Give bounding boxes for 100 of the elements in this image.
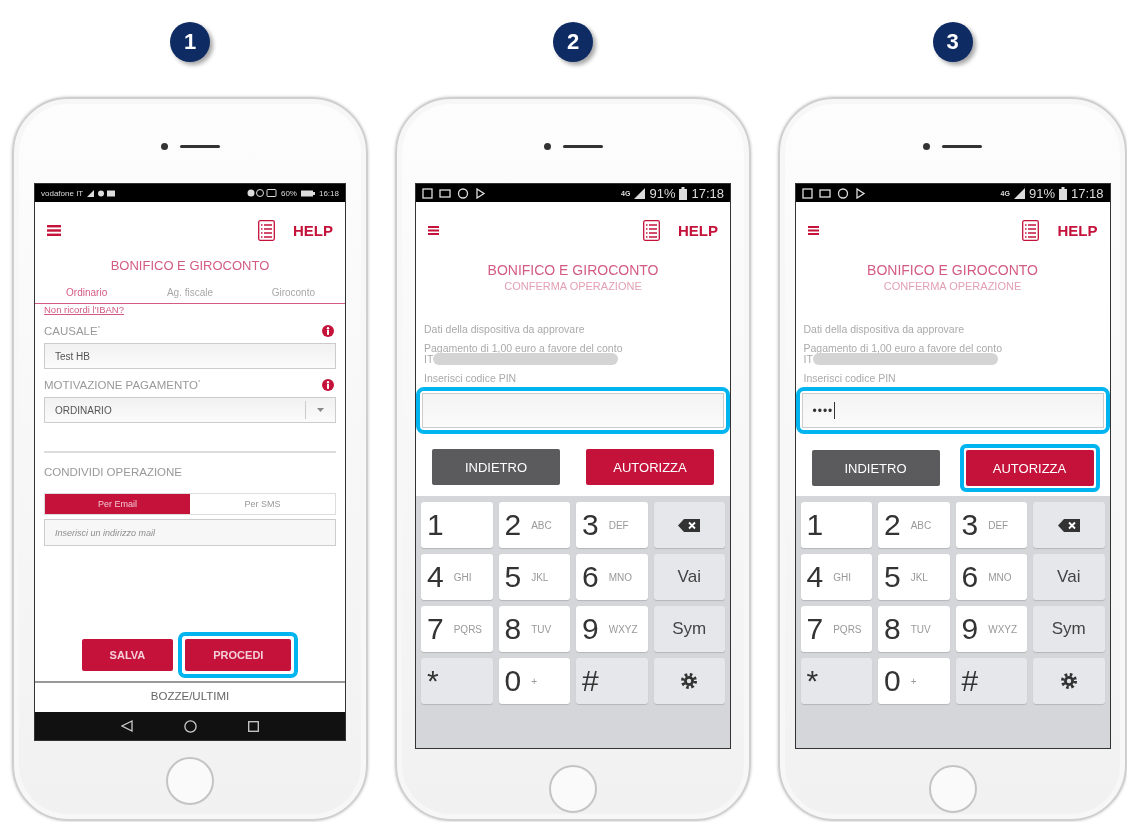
keypad-key[interactable]: 6 MNO xyxy=(955,554,1027,600)
keypad-key[interactable]: Sym xyxy=(653,606,725,652)
keypad-key[interactable]: 9 WXYZ xyxy=(576,606,648,652)
action-button[interactable]: SALVA xyxy=(81,639,174,671)
keypad-key[interactable]: 9 WXYZ xyxy=(955,606,1027,652)
back-icon[interactable] xyxy=(120,720,133,732)
step-badge: 3 xyxy=(932,22,973,62)
keypad-key[interactable]: 7 PQRS xyxy=(421,606,493,652)
keypad-key[interactable]: * xyxy=(421,658,493,704)
back-button[interactable]: INDIETRO xyxy=(432,449,560,485)
backspace-icon xyxy=(678,518,701,532)
battery-icon xyxy=(300,189,315,197)
iban-text: IT xyxy=(803,353,813,365)
help-link[interactable]: HELP xyxy=(678,221,718,239)
keypad-key[interactable]: # xyxy=(955,658,1027,704)
screen-title: BONIFICO E GIROCONTO xyxy=(866,262,1039,278)
back-button[interactable]: INDIETRO xyxy=(811,450,940,486)
keypad-key[interactable]: 0 + xyxy=(878,658,950,704)
keypad-key[interactable]: 7 PQRS xyxy=(800,606,872,652)
settings-key[interactable] xyxy=(1033,658,1105,704)
list-icon[interactable] xyxy=(643,219,660,241)
section-heading: CONDIVIDI OPERAZIONE xyxy=(44,466,184,478)
carrier-name: vodafone IT xyxy=(41,188,84,198)
text-field[interactable]: Test HB xyxy=(44,343,336,369)
menu-icon[interactable] xyxy=(47,224,61,236)
pin-field[interactable]: •••• xyxy=(801,393,1104,428)
status-time: 16:18 xyxy=(318,188,339,198)
payment-text: Pagamento di 1,00 euro a favore del conto xyxy=(803,342,1003,354)
keypad-key[interactable]: 3 DEF xyxy=(955,502,1027,548)
field-label: MOTIVAZIONE PAGAMENTO$^{*}$ xyxy=(44,379,201,391)
speaker-grille xyxy=(562,144,603,148)
status-time: 17:18 xyxy=(691,185,724,201)
keypad-key[interactable]: 6 MNO xyxy=(576,554,648,600)
menu-icon[interactable] xyxy=(428,225,439,235)
keypad-key[interactable]: 3 DEF xyxy=(576,502,648,548)
iban-help-link[interactable]: Non ricordi l'IBAN? xyxy=(44,304,124,315)
keypad-key[interactable]: 1 xyxy=(421,502,493,548)
info-text: Dati della dispositiva da approvare xyxy=(803,323,965,335)
keypad-key[interactable]: 2 ABC xyxy=(498,502,570,548)
settings-key[interactable] xyxy=(653,658,725,704)
keypad-key[interactable]: 0 + xyxy=(498,658,570,704)
settings-icon xyxy=(1059,672,1078,690)
speaker-grille xyxy=(942,144,982,148)
help-link[interactable]: HELP xyxy=(1057,221,1098,239)
status-icons-drawing xyxy=(246,189,277,197)
keypad-key[interactable]: # xyxy=(576,658,648,704)
info-icon xyxy=(322,325,334,337)
keypad-key[interactable]: 5 JKL xyxy=(498,554,570,600)
home-icon[interactable] xyxy=(184,719,197,733)
tab[interactable]: Ordinario xyxy=(35,287,139,303)
menu-icon[interactable] xyxy=(807,225,819,235)
status-time: 17:18 xyxy=(1070,185,1104,201)
keypad-key[interactable]: 2 ABC xyxy=(878,502,950,548)
speaker-grille xyxy=(179,144,220,148)
email-field[interactable]: Inserisci un indirizzo mail xyxy=(44,519,336,546)
step-badge: 2 xyxy=(553,22,593,62)
status-icons-drawing xyxy=(87,189,116,197)
battery-percent: 60% xyxy=(280,188,297,198)
screen-subtitle: CONFERMA OPERAZIONE xyxy=(882,280,1023,292)
camera-dot xyxy=(160,142,168,150)
keypad-key[interactable]: 1 xyxy=(800,502,872,548)
authorize-button[interactable]: AUTORIZZA xyxy=(965,450,1094,486)
list-icon[interactable] xyxy=(258,219,275,241)
battery-percent: 91% xyxy=(649,185,676,201)
keypad-key[interactable]: 8 TUV xyxy=(878,606,950,652)
battery-icon xyxy=(679,186,688,200)
authorize-button[interactable]: AUTORIZZA xyxy=(586,449,714,485)
keypad-key[interactable]: * xyxy=(800,658,872,704)
battery-icon xyxy=(1058,186,1067,200)
backspace-key[interactable] xyxy=(1033,502,1105,548)
signal-icon xyxy=(634,187,646,199)
screen-title: BONIFICO E GIROCONTO xyxy=(109,258,271,273)
pin-field[interactable] xyxy=(422,393,724,428)
pin-label: Inserisci codice PIN xyxy=(424,372,518,384)
backspace-key[interactable] xyxy=(653,502,725,548)
share-tab[interactable]: Per Email xyxy=(45,494,190,514)
keypad-key[interactable]: 4 GHI xyxy=(800,554,872,600)
field-label: CAUSALE$^{*}$ xyxy=(44,325,101,337)
screen-subtitle: CONFERMA OPERAZIONE xyxy=(503,280,643,292)
info-icon xyxy=(322,379,334,391)
screen-title: BONIFICO E GIROCONTO xyxy=(486,262,660,278)
keypad-key[interactable]: Sym xyxy=(1033,606,1105,652)
help-link[interactable]: HELP xyxy=(293,221,333,239)
battery-percent: 91% xyxy=(1028,185,1055,201)
keypad-key[interactable]: 4 GHI xyxy=(421,554,493,600)
keypad-key[interactable]: Vai xyxy=(653,554,725,600)
payment-text: Pagamento di 1,00 euro a favore del conto xyxy=(424,342,624,354)
keypad-key[interactable]: 8 TUV xyxy=(498,606,570,652)
list-icon[interactable] xyxy=(1022,219,1040,241)
camera-dot xyxy=(543,142,551,150)
recents-icon[interactable] xyxy=(248,720,260,732)
camera-dot xyxy=(923,142,930,150)
iban-text: IT xyxy=(424,353,434,365)
keypad-key[interactable]: Vai xyxy=(1033,554,1105,600)
dropdown-field[interactable]: ORDINARIO xyxy=(44,397,336,423)
keypad-key[interactable]: 5 JKL xyxy=(878,554,950,600)
pin-label: Inserisci codice PIN xyxy=(803,372,897,384)
signal-icon xyxy=(1013,187,1025,199)
action-button[interactable]: PROCEDI xyxy=(185,639,292,671)
backspace-icon xyxy=(1057,518,1080,532)
